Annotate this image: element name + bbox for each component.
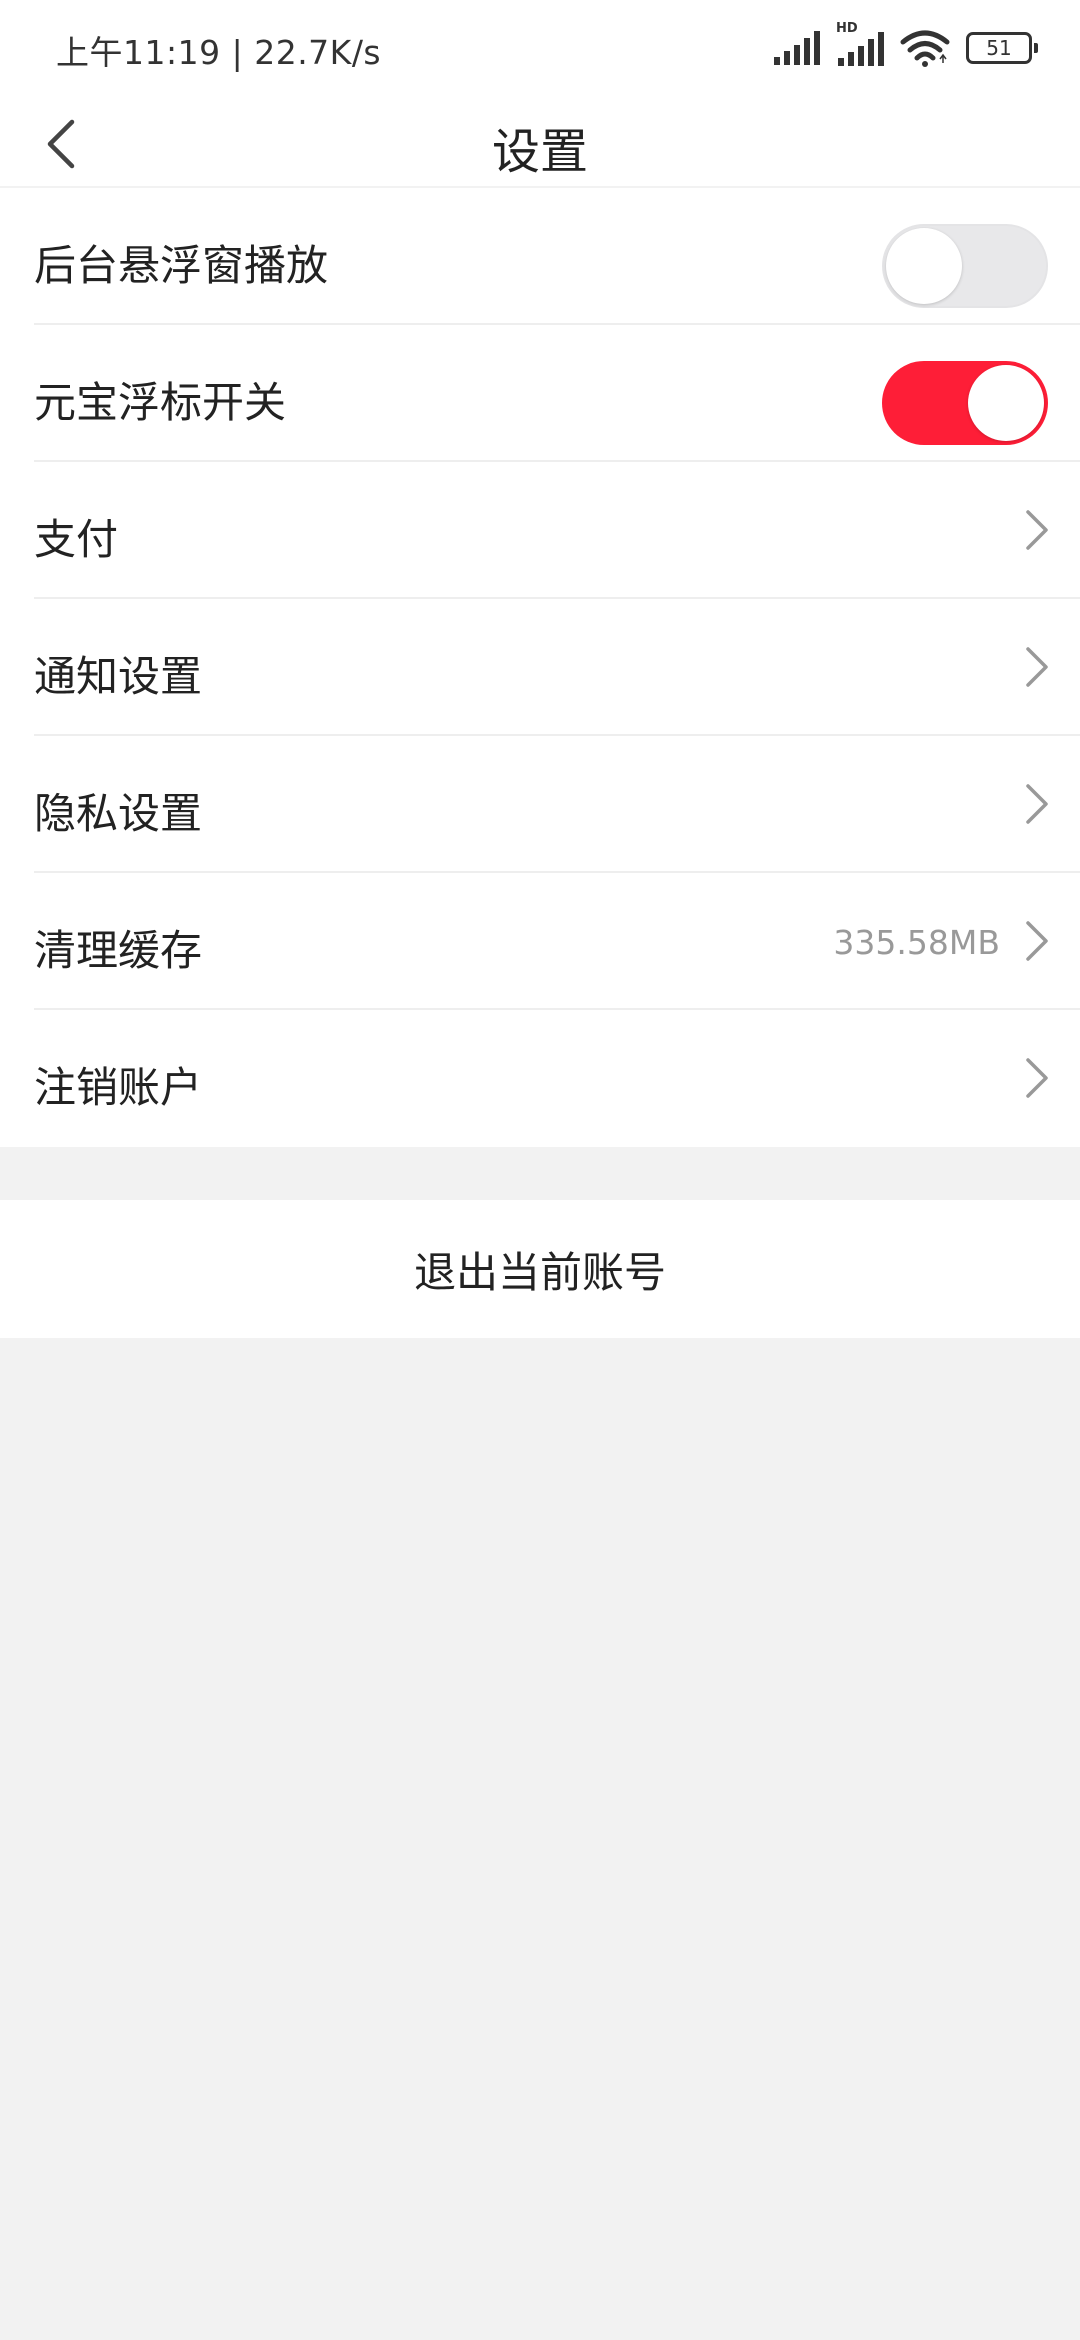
setting-delete-account[interactable]: 注销账户 (34, 1010, 1080, 1147)
status-icons: HD 51 (774, 22, 1040, 72)
setting-clear-cache[interactable]: 清理缓存 335.58MB (34, 873, 1080, 1010)
wifi-icon (900, 30, 950, 67)
toggle-knob (968, 365, 1044, 441)
setting-notifications[interactable]: 通知设置 (34, 599, 1080, 736)
battery-level: 51 (986, 36, 1012, 60)
hd-signal-icon: HD (836, 22, 884, 68)
setting-label: 隐私设置 (34, 789, 203, 838)
setting-payment[interactable]: 支付 (34, 462, 1080, 599)
settings-list: 后台悬浮窗播放 元宝浮标开关 支付 通知设置 隐私设置 清理缓存 335.58M… (0, 188, 1080, 1147)
setting-label: 注销账户 (34, 1063, 203, 1112)
setting-privacy[interactable]: 隐私设置 (34, 736, 1080, 873)
chevron-right-icon (1026, 647, 1048, 687)
status-bar: 上午11:19 | 22.7K/s HD 51 (0, 0, 1080, 96)
chevron-right-icon (1026, 510, 1048, 550)
nav-bar: 设置 (0, 96, 1080, 186)
cache-size: 335.58MB (833, 923, 1000, 962)
signal-icon (774, 31, 820, 65)
setting-label: 元宝浮标开关 (34, 378, 287, 427)
status-time: 上午11:19 | 22.7K/s (56, 33, 382, 72)
setting-label: 后台悬浮窗播放 (34, 241, 329, 290)
setting-label: 通知设置 (34, 652, 203, 701)
header: 上午11:19 | 22.7K/s HD 51 设置 (0, 0, 1080, 186)
setting-label: 支付 (34, 515, 119, 564)
setting-yuanbao-float: 元宝浮标开关 (34, 325, 1080, 462)
logout-button[interactable]: 退出当前账号 (0, 1200, 1080, 1338)
yuanbao-float-toggle[interactable] (882, 361, 1048, 445)
floating-window-toggle[interactable] (882, 224, 1048, 308)
toggle-knob (886, 228, 962, 304)
chevron-right-icon (1026, 921, 1048, 961)
chevron-right-icon (1026, 784, 1048, 824)
setting-label: 清理缓存 (34, 926, 203, 975)
page-title: 设置 (491, 124, 588, 180)
logout-label: 退出当前账号 (413, 1247, 666, 1297)
chevron-right-icon (1026, 1058, 1048, 1098)
battery-icon: 51 (966, 32, 1038, 64)
setting-floating-window-playback: 后台悬浮窗播放 (34, 188, 1080, 325)
